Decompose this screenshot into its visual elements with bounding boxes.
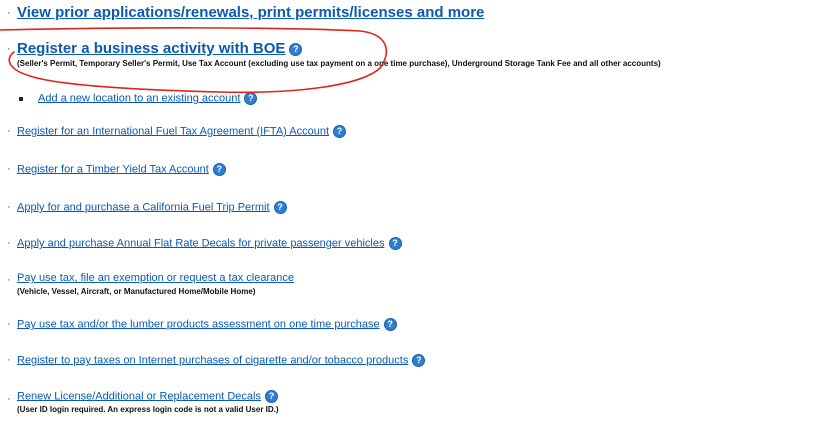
help-icon[interactable]: ? xyxy=(212,163,226,176)
add-location-link[interactable]: Add a new location to an existing accoun… xyxy=(38,92,240,104)
bullet: · xyxy=(7,43,11,55)
help-icon[interactable]: ? xyxy=(383,318,397,331)
fuel-trip-link[interactable]: Apply for and purchase a California Fuel… xyxy=(17,201,270,213)
bullet: · xyxy=(7,201,11,213)
register-business-link[interactable]: Register a business activity with BOE xyxy=(17,40,285,57)
pay-use-tax-row: Pay use tax, file an exemption or reques… xyxy=(17,272,294,284)
ifta-row: Register for an International Fuel Tax A… xyxy=(17,125,347,138)
help-icon[interactable]: ? xyxy=(333,125,347,138)
ifta-link[interactable]: Register for an International Fuel Tax A… xyxy=(17,125,329,137)
square-bullet xyxy=(19,97,23,101)
help-icon[interactable]: ? xyxy=(244,92,258,105)
help-icon[interactable]: ? xyxy=(264,390,278,403)
register-business-note: (Seller's Permit, Temporary Seller's Per… xyxy=(17,59,661,68)
renew-license-note: (User ID login required. An express logi… xyxy=(17,405,279,414)
help-icon[interactable]: ? xyxy=(289,42,303,56)
renew-license-row: Renew License/Additional or Replacement … xyxy=(17,390,278,403)
bullet: · xyxy=(7,318,11,330)
help-icon[interactable]: ? xyxy=(388,237,402,250)
help-icon[interactable]: ? xyxy=(273,201,287,214)
flat-rate-decals-row: Apply and purchase Annual Flat Rate Deca… xyxy=(17,237,402,250)
timber-row: Register for a Timber Yield Tax Account? xyxy=(17,163,226,176)
lumber-row: Pay use tax and/or the lumber products a… xyxy=(17,318,397,331)
bullet: · xyxy=(7,237,11,249)
flat-rate-decals-link[interactable]: Apply and purchase Annual Flat Rate Deca… xyxy=(17,237,385,249)
add-location-row: Add a new location to an existing accoun… xyxy=(38,92,258,105)
bullet: · xyxy=(7,354,11,366)
help-icon[interactable]: ? xyxy=(412,354,426,367)
register-business-row: Register a business activity with BOE? xyxy=(17,40,303,57)
cigarette-tobacco-row: Register to pay taxes on Internet purcha… xyxy=(17,354,426,367)
bullet: · xyxy=(7,163,11,175)
lumber-link[interactable]: Pay use tax and/or the lumber products a… xyxy=(17,318,380,330)
fuel-trip-row: Apply for and purchase a California Fuel… xyxy=(17,201,287,214)
bullet: · xyxy=(7,7,11,19)
timber-link[interactable]: Register for a Timber Yield Tax Account xyxy=(17,163,209,175)
bullet: · xyxy=(7,393,11,405)
renew-license-link[interactable]: Renew License/Additional or Replacement … xyxy=(17,390,261,402)
cigarette-tobacco-link[interactable]: Register to pay taxes on Internet purcha… xyxy=(17,354,408,366)
bullet: · xyxy=(7,274,11,286)
pay-use-tax-link[interactable]: Pay use tax, file an exemption or reques… xyxy=(17,272,294,284)
view-prior-applications-link[interactable]: View prior applications/renewals, print … xyxy=(17,4,484,21)
pay-use-tax-note: (Vehicle, Vessel, Aircraft, or Manufactu… xyxy=(17,287,256,296)
bullet: · xyxy=(7,125,11,137)
